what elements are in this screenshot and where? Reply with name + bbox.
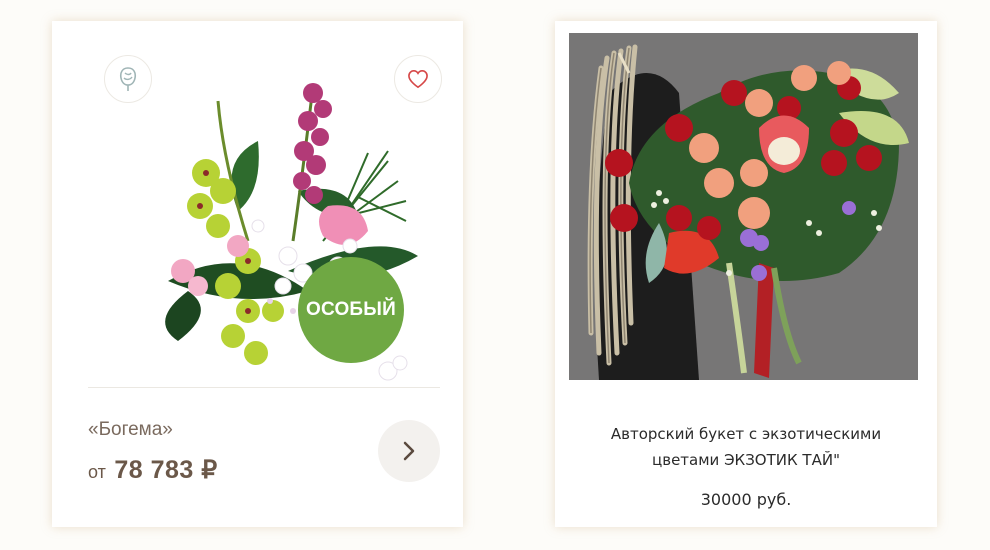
chevron-right-icon — [403, 441, 415, 461]
product-price: 30000 руб. — [700, 490, 792, 509]
product-price: от 78 783 ₽ — [88, 455, 218, 485]
product-name[interactable]: «Богема» — [88, 419, 173, 441]
product-card-exotic-thai[interactable]: Авторский букет с экзотическими цветами … — [555, 21, 937, 527]
favorite-button[interactable] — [394, 55, 442, 103]
product-title[interactable]: Авторский букет с экзотическими цветами … — [575, 421, 917, 473]
divider — [88, 387, 440, 388]
bouquet-photo-exotic-thai[interactable] — [569, 33, 918, 380]
special-badge: ОСОБЫЙ — [298, 257, 404, 363]
price-prefix: от — [88, 462, 106, 482]
heart-icon — [408, 69, 428, 89]
rose-icon — [119, 67, 137, 91]
product-title-line-1: Авторский букет с экзотическими — [610, 425, 882, 443]
open-product-button[interactable] — [378, 420, 440, 482]
product-title-line-2: цветами ЭКЗОТИК ТАЙ" — [652, 451, 840, 469]
rose-button[interactable] — [104, 55, 152, 103]
product-card-bogema[interactable]: ОСОБЫЙ «Богема» от 78 783 ₽ — [52, 21, 463, 527]
price-value: 78 783 ₽ — [114, 456, 218, 484]
